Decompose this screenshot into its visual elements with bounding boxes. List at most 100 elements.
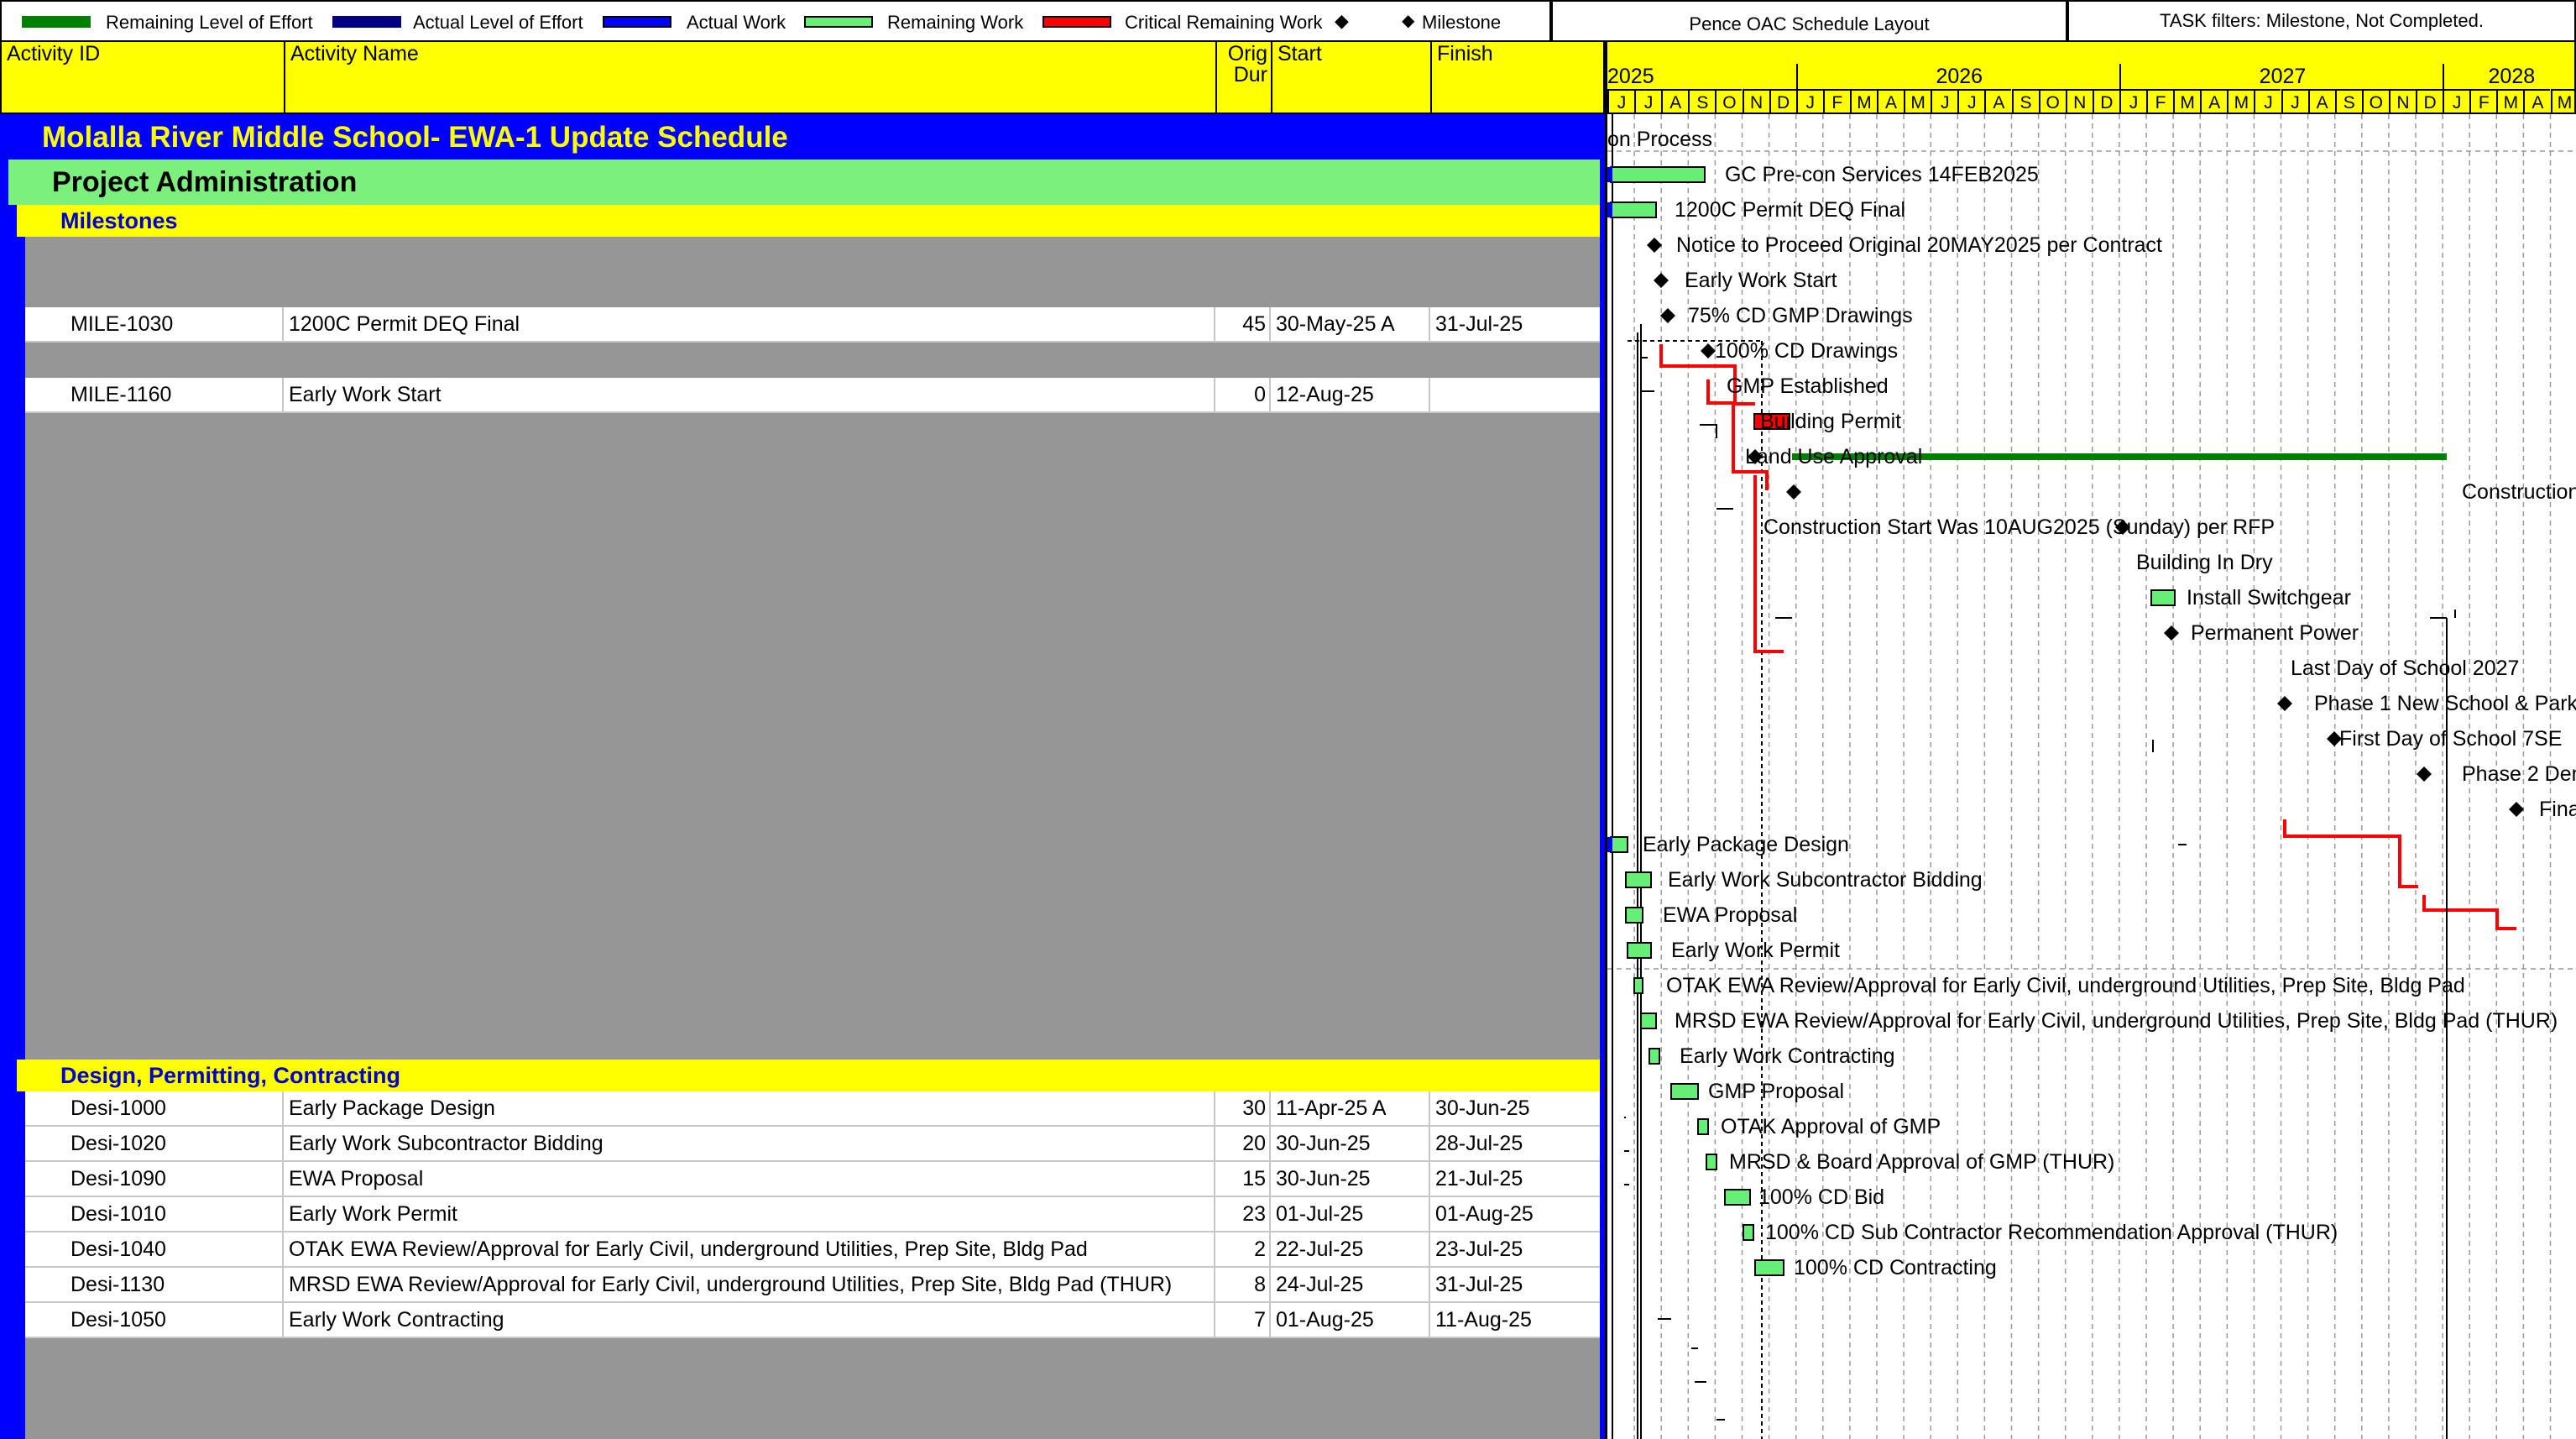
finish-date: 11-Aug-25 <box>1435 1308 1532 1332</box>
legend-critical-work: Critical Remaining Work <box>1125 12 1323 33</box>
blank-area <box>25 1338 1600 1439</box>
relationship-link <box>1640 358 1654 392</box>
start-date: 11-Apr-25 A <box>1271 1091 1430 1125</box>
activity-name: OTAK EWA Review/Approval for Early Civil… <box>284 1232 1215 1266</box>
remaining-loe-swatch <box>22 16 91 28</box>
table-row[interactable]: Desi-1090 EWA Proposal 15 30-Jun-25 21-Jul-2… <box>25 1162 1600 1197</box>
month-label: J <box>2119 89 2146 114</box>
legend-remaining-work: Remaining Work <box>887 12 1024 33</box>
activity-id: Desi-1020 <box>25 1127 284 1160</box>
table-row[interactable]: Desi-1050 Early Work Contracting 7 01-Aug-2… <box>25 1303 1600 1338</box>
month-label: S <box>2011 89 2039 114</box>
orig-dur: 20 <box>1215 1127 1271 1160</box>
milestone-diamond <box>1654 273 1669 288</box>
group-title-milestones: Milestones <box>60 208 178 233</box>
gantt-bar-label: 100% CD Drawings <box>1715 339 1899 363</box>
table-row[interactable]: Desi-1010 Early Work Permit 23 01-Jul-25 01-… <box>25 1197 1600 1232</box>
activity-bar <box>1670 1083 1699 1100</box>
activity-bar <box>1633 977 1643 994</box>
col-finish[interactable]: Finish <box>1432 42 1603 113</box>
finish-date: 31-Jul-25 <box>1435 312 1523 336</box>
legend-bar: Remaining Level of Effort Actual Level o… <box>0 0 1551 42</box>
gantt-bar-label: GMP Established <box>1727 374 1889 398</box>
month-label: J <box>2281 89 2308 114</box>
group-band-milestones: Milestones <box>17 205 1600 237</box>
actual-work-bar <box>1607 202 1612 217</box>
gantt-bar-label: OTAK EWA Review/Approval for Early Civil… <box>1666 974 2465 997</box>
start-date: 24-Jul-25 <box>1271 1268 1430 1301</box>
orig-dur: 7 <box>1215 1303 1271 1337</box>
activity-id: MILE-1160 <box>25 378 284 411</box>
gantt-bar-label: GMP Proposal <box>1708 1080 1845 1103</box>
activity-id: Desi-1000 <box>25 1091 284 1125</box>
month-label: D <box>2416 89 2443 114</box>
actual-work-swatch <box>603 16 671 28</box>
legend-remaining-loe: Remaining Level of Effort <box>106 12 313 33</box>
legend-actual-loe: Actual Level of Effort <box>413 12 583 33</box>
col-activity-name[interactable]: Activity Name <box>285 42 1217 113</box>
project-title: Molalla River Middle School- EWA-1 Updat… <box>42 121 788 154</box>
gantt-bar-label: Last Day of School 2027 <box>2291 657 2520 680</box>
table-row[interactable]: Desi-1000 Early Package Design 30 11-Apr-25… <box>25 1091 1600 1127</box>
month-label: J <box>1607 89 1635 114</box>
table-row[interactable]: MILE-1030 1200C Permit DEQ Final 45 30-M… <box>25 307 1600 343</box>
month-label: M <box>2496 89 2524 114</box>
month-label: M <box>2550 89 2576 114</box>
gantt-bar-label: 100% CD Contracting <box>1794 1256 1997 1279</box>
orig-dur: 15 <box>1215 1162 1271 1196</box>
gantt-bar-label: MRSD & Board Approval of GMP (THUR) <box>1729 1150 2115 1174</box>
gantt-chart: on Process GC Pre-con Services 14FEB2025 1… <box>1605 114 2576 1439</box>
activity-bar <box>1610 201 1657 218</box>
filter-text: TASK filters: Milestone, Not Completed. <box>2067 0 2576 42</box>
activity-bar <box>1640 1013 1657 1029</box>
month-label: O <box>1715 89 1743 114</box>
orig-dur: 23 <box>1215 1197 1271 1231</box>
group-band-design: Design, Permitting, Contracting <box>17 1060 1600 1091</box>
gantt-bar-label: MRSD EWA Review/Approval for Early Civil… <box>1675 1009 2558 1033</box>
actual-work-bar <box>1607 167 1612 182</box>
wbs-band: Project Administration <box>8 160 1600 205</box>
critical-work-swatch <box>1042 16 1111 28</box>
orig-dur: 8 <box>1215 1268 1271 1301</box>
finish-date: 01-Aug-25 <box>1435 1202 1534 1226</box>
month-label: J <box>1957 89 1985 114</box>
month-label: O <box>2038 89 2066 114</box>
milestone-diamond <box>2417 767 2432 782</box>
activity-name: 1200C Permit DEQ Final <box>284 307 1215 341</box>
orig-dur: 45 <box>1215 307 1271 341</box>
activity-bar <box>1743 1224 1754 1241</box>
start-date: 01-Aug-25 <box>1271 1303 1430 1337</box>
wbs-title: Project Administration <box>52 166 358 198</box>
month-label: N <box>1742 89 1769 114</box>
month-label: D <box>2092 89 2119 114</box>
month-label: O <box>2361 89 2389 114</box>
gantt-bar-label: Building In Dry <box>2136 551 2273 574</box>
milestone-icon: ◆ <box>1402 12 1415 30</box>
milestone-diamond <box>1660 308 1675 323</box>
milestone-diamond <box>2509 802 2524 817</box>
table-row[interactable]: MILE-1160 Early Work Start 0 12-Aug-25 <box>25 378 1600 413</box>
milestone-diamond <box>1647 238 1662 253</box>
activity-bar <box>1724 1189 1751 1206</box>
col-activity-id[interactable]: Activity ID <box>2 42 285 113</box>
activity-bar <box>1754 1259 1784 1276</box>
month-label: A <box>2523 89 2551 114</box>
month-label: F <box>1822 89 1850 114</box>
gantt-bar-label: Construction D <box>2462 480 2576 504</box>
col-orig-dur[interactable]: Orig Dur <box>1217 42 1272 113</box>
start-date: 30-Jun-25 <box>1271 1162 1430 1196</box>
gantt-bar-label: 75% CD GMP Drawings <box>1688 304 1913 327</box>
legend-milestone: Milestone <box>1422 12 1502 33</box>
critical-link <box>2422 895 2516 930</box>
table-row[interactable]: Desi-1130 MRSD EWA Review/Approval for Ea… <box>25 1268 1600 1303</box>
table-row[interactable]: Desi-1040 OTAK EWA Review/Approval for Ea… <box>25 1232 1600 1268</box>
month-label: J <box>1795 89 1823 114</box>
start-date: 22-Jul-25 <box>1271 1232 1430 1266</box>
actual-work-bar <box>1607 837 1612 852</box>
col-start[interactable]: Start <box>1272 42 1432 113</box>
month-label: M <box>2227 89 2255 114</box>
blank-area <box>25 237 1600 307</box>
activity-bar <box>1610 166 1706 183</box>
table-row[interactable]: Desi-1020 Early Work Subcontractor Biddin… <box>25 1127 1600 1162</box>
column-header: Activity ID Activity Name Orig Dur Start… <box>0 40 1605 114</box>
